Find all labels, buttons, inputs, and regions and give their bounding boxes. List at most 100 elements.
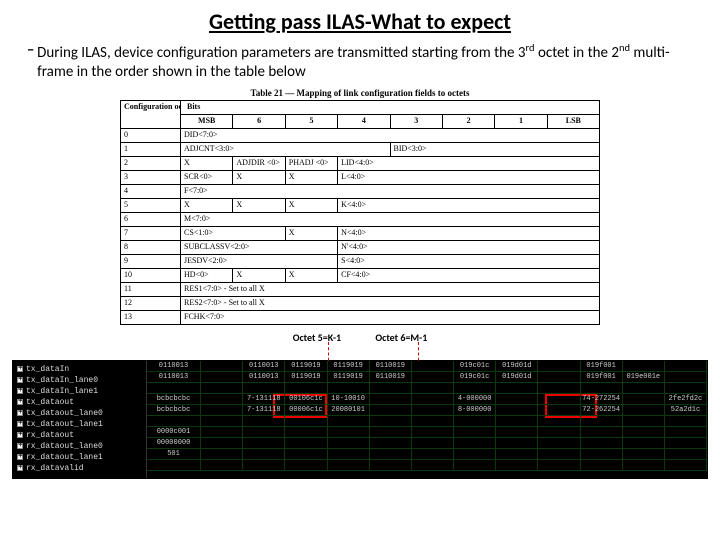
row-index: 1 [121, 142, 181, 156]
signal-row: tx_dataout_lane0 [17, 408, 142, 419]
slide-title: Getting pass ILAS-What to expect [0, 8, 720, 35]
wave-cell [328, 438, 370, 448]
wave-cell [370, 394, 412, 404]
bit-col-header: LSB [547, 114, 599, 128]
row-index: 10 [121, 268, 181, 282]
wave-cell: 019d01d [496, 361, 538, 371]
signal-row: rx_dataout_lane0 [17, 441, 142, 452]
wave-row [147, 383, 707, 394]
wave-cell [147, 460, 201, 470]
expand-icon [17, 454, 23, 460]
wave-cell [328, 416, 370, 426]
wave-cell [285, 416, 327, 426]
wave-cell [623, 361, 665, 371]
wave-row: bcbcbcbc7-13111800006c1c200801018-000000… [147, 405, 707, 416]
field-cell: K<4:0> [338, 198, 600, 212]
wave-cell [412, 383, 454, 393]
wave-cell [581, 460, 623, 470]
bullet-item: – During ILAS, device configuration para… [24, 41, 696, 82]
wave-cell [623, 427, 665, 437]
field-cell: JESDV<2:0> [181, 254, 338, 268]
wave-cell [412, 416, 454, 426]
bit-col-header: 2 [442, 114, 494, 128]
wave-cell [538, 361, 580, 371]
expand-icon [17, 443, 23, 449]
expand-icon [17, 399, 23, 405]
wave-cell [538, 405, 580, 415]
wave-cell: 019f001 [581, 361, 623, 371]
wave-cell [328, 427, 370, 437]
field-cell: N<4:0> [338, 226, 600, 240]
wave-cell: 019c01c [454, 372, 496, 382]
wave-cell [623, 394, 665, 404]
wave-cell [412, 460, 454, 470]
wave-cell: 0110019 [370, 361, 412, 371]
wave-cell [201, 416, 243, 426]
wave-cell: 10-10010 [328, 394, 370, 404]
signal-name: tx_dataout [26, 398, 74, 407]
wave-cell [201, 449, 243, 459]
annot-octet5: Octet 5=K-1 [293, 331, 341, 344]
wave-cell [285, 427, 327, 437]
wave-cell: 0000c001 [147, 427, 201, 437]
wave-cell [665, 383, 707, 393]
wave-cell [412, 405, 454, 415]
field-cell: HD<0> [181, 268, 233, 282]
signal-name: rx_dataout_lane0 [26, 442, 103, 451]
signal-row: rx_dataout [17, 430, 142, 441]
signal-row: rx_dataout_lane1 [17, 452, 142, 463]
expand-icon [17, 366, 23, 372]
wave-cell [496, 449, 538, 459]
row-index: 9 [121, 254, 181, 268]
wave-cell [496, 383, 538, 393]
bullet-text: During ILAS, device configuration parame… [37, 41, 696, 82]
field-cell: RES2<7:0> - Set to all X [181, 296, 600, 310]
field-cell: SCR<0> [181, 170, 233, 184]
wave-cell [243, 460, 285, 470]
wave-cell: 019e001e [623, 372, 665, 382]
expand-icon [17, 410, 23, 416]
bit-col-header: MSB [181, 114, 233, 128]
wave-cell: 0110013 [147, 361, 201, 371]
wave-cell: 0110013 [147, 372, 201, 382]
wave-cell [243, 416, 285, 426]
field-cell: ADJDIR <0> [233, 156, 285, 170]
header-octet-no: Configuration octet no. [121, 100, 181, 128]
config-table: Configuration octet no. Bits MSB654321LS… [120, 100, 600, 325]
wave-row: 0000c001 [147, 427, 707, 438]
wave-cell [412, 438, 454, 448]
wave-row: 501 [147, 449, 707, 460]
wave-cell [370, 449, 412, 459]
wave-cell [665, 460, 707, 470]
wave-cell [370, 427, 412, 437]
signal-name: tx_dataout_lane1 [26, 420, 103, 429]
wave-cell [623, 405, 665, 415]
wave-cell [538, 394, 580, 404]
wave-cell [147, 383, 201, 393]
wave-cell [285, 383, 327, 393]
wave-cell: 52a2d1c [665, 405, 707, 415]
wave-cell [496, 405, 538, 415]
row-index: 13 [121, 310, 181, 324]
wave-cell: 019c01c [454, 361, 496, 371]
field-cell: X [285, 268, 337, 282]
field-cell: X [233, 170, 285, 184]
wave-cell: 7-131118 [243, 405, 285, 415]
wave-cell: 72-262254 [581, 405, 623, 415]
wave-cell [665, 372, 707, 382]
bit-col-header: 5 [285, 114, 337, 128]
field-cell: SUBCLASSV<2:0> [181, 240, 338, 254]
row-index: 8 [121, 240, 181, 254]
wave-cell [665, 361, 707, 371]
wave-cell [496, 438, 538, 448]
field-cell: BID<3:0> [390, 142, 600, 156]
wave-cell: 4-000000 [454, 394, 496, 404]
wave-cell: 019f001 [581, 372, 623, 382]
wave-cell: 00006c1c [285, 405, 327, 415]
field-cell: S<4:0> [338, 254, 600, 268]
wave-cell [581, 449, 623, 459]
wave-cell [538, 427, 580, 437]
wave-cell: 8-000000 [454, 405, 496, 415]
wave-cell: 0119019 [328, 372, 370, 382]
signal-tree: tx_dataIntx_dataIn_lane0tx_dataIn_lane1t… [13, 361, 147, 478]
